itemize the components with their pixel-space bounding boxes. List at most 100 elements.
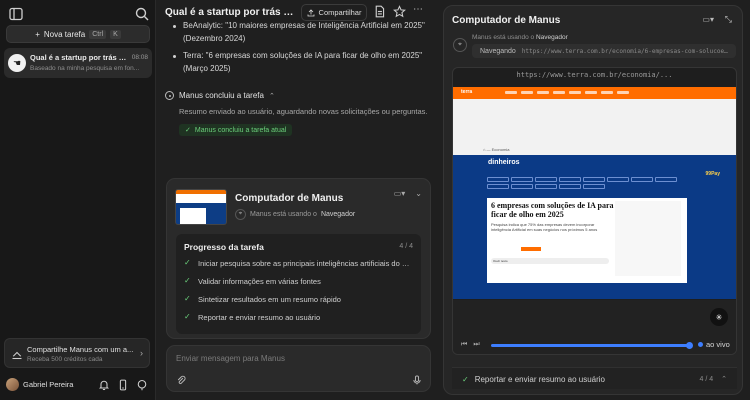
article[interactable]: 6 empresas com soluções de IA para ficar…: [487, 198, 687, 283]
article-button: [521, 247, 541, 251]
chevron-right-icon: ›: [140, 348, 143, 358]
live-indicator: ao vivo: [698, 340, 730, 349]
playback-controls: ⏮ ⏭: [461, 341, 480, 349]
step-count: 4 / 4 ⌃: [699, 376, 727, 383]
article-image: [615, 201, 681, 276]
phone-icon[interactable]: [117, 379, 129, 391]
panel-title: Computador de Manus: [452, 15, 561, 26]
nav-label: Navegando: [480, 47, 516, 55]
progress-step: ✓ Iniciar pesquisa sobre as principais in…: [184, 259, 414, 268]
sparkle-icon[interactable]: ✳: [710, 308, 728, 326]
manus-task-icon: ☚: [8, 54, 26, 72]
compass-icon: ⌖: [235, 209, 246, 220]
user-row: Gabriel Pereira: [4, 377, 152, 393]
card-controls: ▭▾ ⌄: [394, 189, 422, 198]
check-icon: ✓: [184, 313, 191, 321]
website-screenshot[interactable]: terra ⌂ — Economia dinheiros 99Pay 6 emp…: [453, 87, 736, 299]
manus-computer-card[interactable]: Computador de Manus ⌖ Manus está usando …: [166, 178, 431, 339]
check-icon: ✓: [184, 259, 191, 267]
pay-brand: 99Pay: [705, 171, 720, 177]
current-step-label: Reportar e enviar resumo ao usuário: [474, 375, 605, 384]
timeline-handle[interactable]: [686, 342, 693, 349]
progress-step: ✓ Sintetizar resultados em um resumo rápi…: [184, 295, 341, 304]
share-button[interactable]: Compartilhar: [301, 4, 367, 21]
attach-icon[interactable]: [176, 375, 186, 385]
site-hero: dinheiros 99Pay 6 empresas com soluções …: [453, 155, 736, 299]
star-icon[interactable]: [393, 5, 406, 18]
browser-view[interactable]: https://www.terra.com.br/economia/... te…: [452, 67, 737, 355]
navigation-status: Navegando https://www.terra.com.br/econo…: [472, 44, 736, 58]
progress-step: ✓ Validar informações em várias fontes: [184, 277, 321, 286]
help-icon[interactable]: [136, 379, 148, 391]
progress-step: ✓ Reportar e enviar resumo ao usuário: [184, 313, 321, 322]
check-icon: ✓: [185, 127, 191, 134]
shortcut-key: K: [110, 29, 121, 39]
panel-status-prefix: Manus está usando o: [472, 34, 535, 41]
current-step-row[interactable]: ✓ Reportar e enviar resumo ao usuário 4 …: [452, 367, 737, 389]
progress-title: Progresso da tarefa: [184, 242, 264, 252]
skip-back-icon[interactable]: ⏮: [461, 341, 467, 349]
timeline-slider[interactable]: [491, 342, 693, 349]
task-done-description: Resumo enviado ao usuário, aguardando no…: [179, 107, 428, 116]
sidebar: + Nova tarefa Ctrl K ☚ Qual é a startup …: [0, 0, 156, 400]
share-title: Compartilhe Manus com um a...: [27, 345, 134, 354]
task-subtitle: Baseado na minha pesquisa em fon...: [30, 65, 140, 72]
bell-icon[interactable]: [98, 379, 110, 391]
monitor-icon[interactable]: ▭▾: [394, 189, 406, 198]
file-icon[interactable]: [373, 5, 386, 18]
chevron-up-icon: ⌃: [268, 92, 275, 100]
audio-label: Ouvir texto: [493, 259, 508, 263]
plus-icon: +: [35, 29, 40, 39]
check-icon: ✓: [184, 277, 191, 285]
monitor-icon[interactable]: ▭▾: [702, 15, 714, 24]
page-title: Qual é a startup por trás do...: [165, 7, 295, 18]
new-task-button[interactable]: + Nova tarefa Ctrl K: [6, 25, 150, 43]
chat-main: Qual é a startup por trás do... Comparti…: [157, 0, 440, 400]
task-list-item[interactable]: ☚ Qual é a startup por trás do ... 08:08…: [4, 48, 152, 78]
chevron-up-icon[interactable]: ⌃: [721, 376, 727, 383]
live-label: ao vivo: [706, 340, 730, 349]
card-status-prefix: Manus está usando o: [250, 211, 317, 218]
card-status: ⌖ Manus está usando o Navegador: [235, 209, 355, 220]
avatar[interactable]: [6, 378, 19, 391]
search-icon[interactable]: [134, 6, 150, 22]
check-icon: ✓: [462, 375, 469, 384]
card-status-tool: Navegador: [320, 211, 356, 218]
progress-count: 4 / 4: [399, 243, 413, 250]
site-tags: [487, 177, 695, 189]
chevron-down-icon[interactable]: ⌄: [415, 189, 422, 198]
breadcrumb: ⌂ — Economia: [483, 147, 510, 152]
site-header: terra: [453, 87, 736, 99]
upload-icon: [307, 8, 314, 16]
article-lead: Pesquisa indica que 75% das empresas dev…: [491, 222, 598, 232]
shortcut-ctrl: Ctrl: [89, 29, 107, 39]
site-logo: terra: [461, 89, 473, 95]
check-icon: ✓: [184, 295, 191, 303]
panel-status: Manus está usando o Navegador: [472, 34, 568, 41]
microphone-icon[interactable]: [412, 375, 422, 385]
browser-thumbnail[interactable]: [175, 189, 227, 225]
panel-status-tool: Navegador: [535, 34, 568, 41]
sidebar-toggle-icon[interactable]: [8, 6, 24, 22]
site-brand: dinheiros: [488, 159, 520, 166]
more-options-icon[interactable]: ⋯: [413, 4, 423, 15]
list-item: Terra: "6 empresas com soluções de IA pa…: [171, 50, 426, 75]
task-done-header[interactable]: Manus concluiu a tarefa ⌃: [165, 91, 275, 100]
task-done-label: Manus concluiu a tarefa: [179, 91, 264, 100]
live-dot-icon: [698, 342, 703, 347]
collapse-icon[interactable]: ⤡: [725, 14, 732, 25]
message-input[interactable]: Enviar mensagem para Manus: [166, 345, 431, 392]
app-window: + Nova tarefa Ctrl K ☚ Qual é a startup …: [0, 0, 750, 400]
article-headline: 6 empresas com soluções de IA para ficar…: [491, 201, 614, 219]
card-title: Computador de Manus: [235, 193, 344, 204]
list-item: BeAnalytic: "10 maiores empresas de Inte…: [171, 20, 426, 45]
message-input-placeholder: Enviar mensagem para Manus: [176, 354, 285, 363]
current-step: ✓ Reportar e enviar resumo ao usuário: [462, 375, 605, 384]
playback-bar: ✳ ⏮ ⏭ ao vivo: [453, 300, 736, 354]
site-nav: [505, 91, 730, 95]
nav-url: https://www.terra.com.br/economia/6-empr…: [521, 47, 728, 55]
skip-forward-icon[interactable]: ⏭: [473, 341, 479, 349]
source-list: BeAnalytic: "10 maiores empresas de Inte…: [171, 20, 426, 80]
audio-player: Ouvir texto: [491, 258, 609, 264]
share-manus-card[interactable]: Compartilhe Manus com um a... Receba 500…: [4, 338, 150, 368]
